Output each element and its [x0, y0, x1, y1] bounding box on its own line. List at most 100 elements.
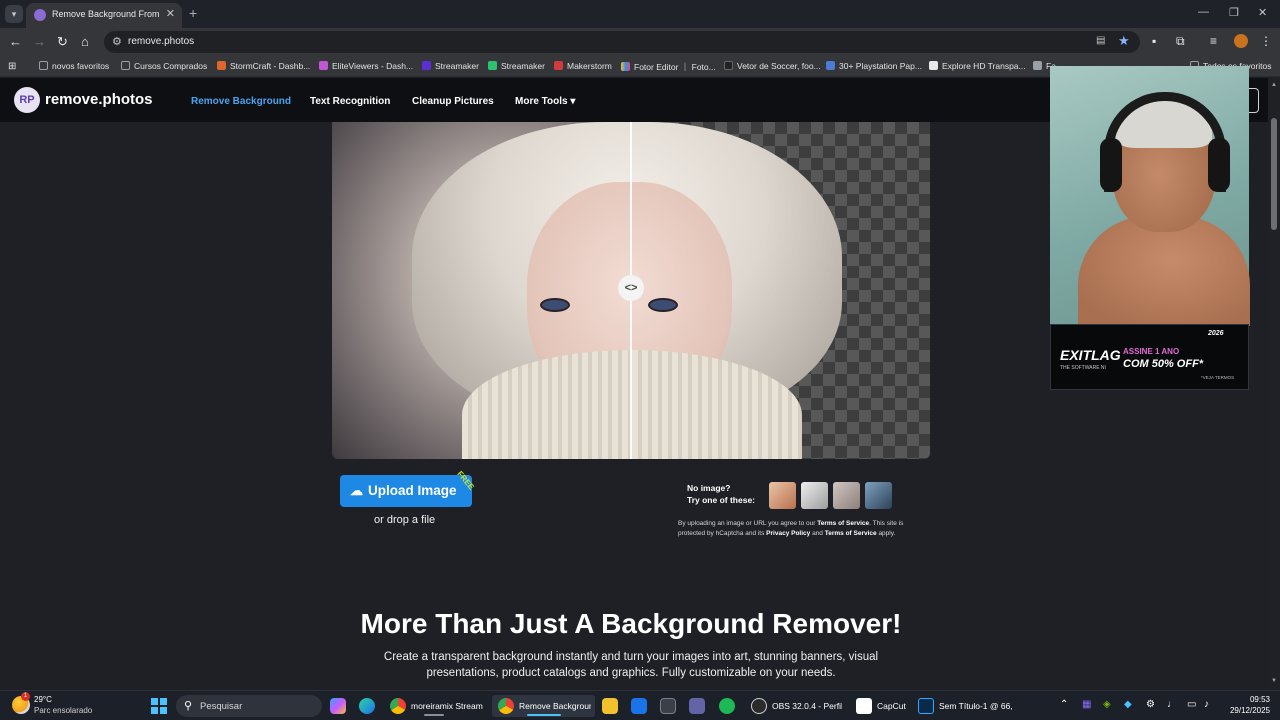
sample-image-4[interactable] [865, 482, 892, 509]
nav-text-recognition[interactable]: Text Recognition [310, 96, 390, 107]
taskbar-app-chrome-stream[interactable]: moreiramix Stream - [384, 695, 488, 717]
copilot-icon[interactable] [330, 698, 346, 714]
tab-search-button[interactable]: ▾ [5, 5, 23, 23]
apps-grid-icon[interactable]: ⊞ [8, 61, 16, 72]
site-login-button-edge[interactable] [1248, 88, 1259, 113]
maximize-icon[interactable]: ❐ [1229, 6, 1239, 19]
bookmark-item[interactable]: EliteViewers - Dash... [319, 61, 413, 71]
system-clock[interactable]: 09:53 29/12/2025 [1222, 694, 1270, 716]
headset-cup-right [1208, 138, 1230, 192]
nav-more-tools[interactable]: More Tools ▾ [515, 96, 575, 107]
spotify-icon[interactable] [719, 698, 735, 714]
bookmark-item[interactable]: Vetor de Soccer, foo... [724, 61, 821, 71]
tab-remove-background[interactable]: Remove Background From Pho ✕ [26, 3, 182, 28]
weather-temperature[interactable]: 29°C [34, 695, 52, 704]
edge-icon[interactable] [359, 698, 375, 714]
before-after-comparison[interactable]: <> [332, 122, 930, 459]
display-icon[interactable]: ▭ [1187, 699, 1196, 710]
bookmark-item[interactable]: Streamaker [488, 61, 545, 71]
bookmark-item[interactable]: novos favoritos [39, 61, 109, 71]
tray-settings-icon[interactable]: ⚙ [1146, 699, 1155, 710]
microphone-icon[interactable]: ♩ [1167, 699, 1177, 710]
reading-list-icon[interactable]: ≡ [1210, 34, 1217, 48]
file-explorer-icon[interactable] [602, 698, 618, 714]
nav-cleanup-pictures[interactable]: Cleanup Pictures [412, 96, 494, 107]
tab-title: Remove Background From Pho [52, 9, 160, 19]
bookmark-item[interactable]: Makerstorm [554, 61, 612, 71]
bookmark-item[interactable]: 30+ Playstation Pap... [826, 61, 922, 71]
taskbar-search[interactable]: ⚲ Pesquisar [176, 695, 322, 717]
taskbar: 1 29°C Parc ensolarado ⚲ Pesquisar morei… [0, 690, 1280, 720]
logo-mark[interactable]: RP [14, 87, 40, 113]
profile-avatar[interactable] [1234, 34, 1248, 48]
sample-prompt-line1: No image? [687, 483, 731, 493]
weather-condition[interactable]: Parc ensolarado [34, 706, 92, 715]
taskbar-app-obs[interactable]: OBS 32.0.4 - Perfil: T [745, 695, 845, 717]
logo-text[interactable]: remove.photos [45, 91, 153, 108]
running-indicator [424, 714, 444, 716]
tab-close-icon[interactable]: ✕ [166, 7, 175, 20]
start-windows-icon[interactable] [151, 698, 167, 714]
tray-overflow-icon[interactable]: ⌃ [1060, 699, 1068, 710]
drop-file-hint: or drop a file [374, 514, 436, 526]
bookmark-favicon-icon [217, 61, 226, 70]
new-tab-button[interactable]: + [189, 5, 197, 21]
tray-network-app-icon[interactable]: ◆ [1124, 699, 1132, 710]
scrollbar-thumb[interactable] [1271, 118, 1277, 230]
sample-image-2[interactable] [801, 482, 828, 509]
back-icon[interactable]: ← [9, 34, 22, 49]
page-scrollbar[interactable]: ▲ ▼ [1268, 78, 1280, 690]
sample-image-3[interactable] [833, 482, 860, 509]
store-icon[interactable] [660, 698, 676, 714]
comparison-slider-handle[interactable]: <> [618, 275, 644, 301]
bookmark-item[interactable]: Fotor Editor ｜ Foto... [621, 61, 716, 73]
reload-icon[interactable]: ↻ [57, 34, 68, 50]
nvidia-icon[interactable]: ◈ [1103, 699, 1111, 710]
menu-kebab-icon[interactable]: ⋮ [1260, 34, 1272, 48]
exitlag-ad-banner[interactable]: 2026 EXITLAG THE SOFTWARE NI ASSINE 1 AN… [1050, 324, 1249, 390]
url-text[interactable]: remove.photos [128, 36, 194, 47]
close-window-icon[interactable]: ✕ [1258, 6, 1267, 19]
ad-year: 2026 [1208, 330, 1224, 337]
privacy-link[interactable]: Privacy Policy [766, 530, 810, 537]
terms-link[interactable]: Terms of Service [817, 520, 869, 527]
weather-badge: 1 [21, 692, 30, 701]
subject-eye-left [540, 298, 570, 312]
scroll-down-icon[interactable]: ▼ [1271, 678, 1277, 684]
upload-image-button[interactable]: ☁ Upload Image [340, 475, 472, 507]
bookmark-item[interactable]: Cursos Comprados [121, 61, 207, 71]
obs-icon [751, 698, 767, 714]
ad-logo: EXITLAG [1060, 347, 1121, 363]
teams-icon[interactable] [689, 698, 705, 714]
ad-offer-line2: COM 50% OFF* [1123, 358, 1204, 370]
minimize-icon[interactable]: — [1198, 6, 1209, 18]
taskbar-app-remove-background[interactable]: Remove Background [492, 695, 595, 717]
taskbar-app-capcut[interactable]: CapCut [850, 695, 912, 717]
site-info-icon[interactable]: ⚙ [112, 35, 122, 48]
bookmark-star-icon[interactable]: ★ [1118, 33, 1130, 49]
forward-icon[interactable]: → [33, 34, 46, 49]
sample-image-1[interactable] [769, 482, 796, 509]
scroll-up-icon[interactable]: ▲ [1271, 82, 1277, 88]
taskbar-app-photoshop[interactable]: Sem Título-1 @ 66,7 [912, 695, 1016, 717]
bookmark-favicon-icon [488, 61, 497, 70]
browser-toolbar: ← → ↻ ⌂ ⚙ remove.photos ▤ ★ ▪ ⧉ ≡ ⋮ [0, 28, 1280, 56]
volume-icon[interactable]: ♪ [1204, 699, 1209, 710]
bookmark-favicon-icon [1033, 61, 1042, 70]
extension-icon[interactable]: ▪ [1152, 34, 1156, 48]
translate-icon[interactable]: ▤ [1096, 35, 1105, 46]
address-bar[interactable]: ⚙ remove.photos ▤ ★ [104, 31, 1140, 53]
bookmark-item[interactable]: Explore HD Transpa... [929, 61, 1026, 71]
nav-remove-background[interactable]: Remove Background [191, 96, 291, 107]
bookmark-item[interactable]: StormCraft - Dashb... [217, 61, 310, 71]
terms-link-2[interactable]: Terms of Service [825, 530, 877, 537]
tray-app-icon[interactable]: ▦ [1082, 699, 1091, 710]
bookmark-favicon-icon [724, 61, 733, 70]
bookmark-favicon-icon [621, 62, 630, 71]
home-icon[interactable]: ⌂ [81, 34, 89, 49]
outlook-icon[interactable] [631, 698, 647, 714]
bookmark-favicon-icon [422, 61, 431, 70]
bookmark-item[interactable]: Streamaker [422, 61, 479, 71]
search-icon: ⚲ [184, 700, 193, 712]
extensions-puzzle-icon[interactable]: ⧉ [1176, 34, 1185, 49]
